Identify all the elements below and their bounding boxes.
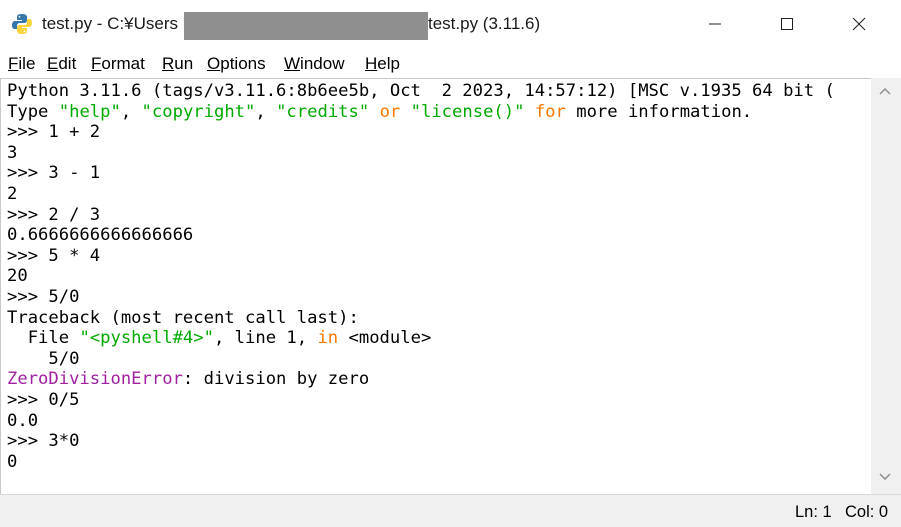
shell-token <box>369 102 379 122</box>
shell-token: Python 3.11.6 (tags/v3.11.6:8b6ee5b, Oct… <box>7 81 835 101</box>
shell-line: ZeroDivisionError: division by zero <box>7 369 835 390</box>
shell-line: 20 <box>7 266 835 287</box>
scroll-up-arrow-icon[interactable] <box>878 86 892 96</box>
shell-line: >>> 3*0 <box>7 431 835 452</box>
shell-token: >>> 1 + 2 <box>7 122 101 143</box>
shell-token: in <box>317 328 339 349</box>
shell-token: "credits" <box>276 101 370 122</box>
menu-help[interactable]: Help <box>365 54 400 74</box>
minimize-icon <box>709 23 721 25</box>
shell-line: >>> 1 + 2 <box>7 122 835 143</box>
shell-token: 3 <box>7 142 18 163</box>
shell-token: , line 1, <box>213 328 318 349</box>
shell-token: >>> 0/5 <box>7 389 80 410</box>
minimize-button[interactable] <box>680 0 750 48</box>
shell-token: 0.0 <box>7 410 39 431</box>
shell-token: , <box>255 101 277 122</box>
python-icon <box>12 14 32 34</box>
shell-token: ZeroDivisionError <box>7 369 183 390</box>
status-line-number: Ln: 1 <box>795 503 832 521</box>
shell-token: 0 <box>7 451 18 472</box>
menu-edit[interactable]: Edit <box>47 54 76 74</box>
shell-token: : division by zero <box>182 369 370 390</box>
window-title-suffix: test.py (3.11.6) <box>428 14 541 33</box>
shell-token: 5/0 <box>7 348 80 369</box>
shell-text-area[interactable]: Python 3.11.6 (tags/v3.11.6:8b6ee5b, Oct… <box>0 78 871 495</box>
menu-run[interactable]: Run <box>162 54 193 74</box>
shell-token: 20 <box>7 266 28 287</box>
shell-line: Traceback (most recent call last): <box>7 308 835 329</box>
maximize-button[interactable] <box>752 0 822 48</box>
shell-token: 2 <box>7 183 18 204</box>
shell-line: 0.0 <box>7 411 835 432</box>
menu-options[interactable]: Options <box>207 54 266 74</box>
shell-line: 2 <box>7 184 835 205</box>
menu-bar: File Edit Format Run Options Window Help <box>0 50 901 78</box>
menu-format[interactable]: Format <box>91 54 145 74</box>
shell-token: >>> 5/0 <box>7 286 80 307</box>
shell-token: Type <box>7 101 59 122</box>
shell-token: <module> <box>338 328 432 349</box>
scroll-down-arrow-icon[interactable] <box>878 472 892 482</box>
status-bar: Ln: 1 Col: 0 <box>0 494 901 527</box>
shell-token: >>> 3 - 1 <box>7 163 101 184</box>
shell-token: , <box>120 101 142 122</box>
shell-token: for <box>534 101 566 122</box>
shell-token: "help" <box>58 101 121 122</box>
close-button[interactable] <box>824 0 894 48</box>
shell-line: Type "help", "copyright", "credits" or "… <box>7 102 835 123</box>
shell-line: 3 <box>7 143 835 164</box>
menu-file[interactable]: File <box>8 54 35 74</box>
shell-token: "copyright" <box>141 101 256 122</box>
menu-window[interactable]: Window <box>284 54 344 74</box>
shell-output: Python 3.11.6 (tags/v3.11.6:8b6ee5b, Oct… <box>7 81 835 472</box>
shell-token: >>> 3*0 <box>7 431 80 452</box>
shell-token: 0.6666666666666666 <box>7 225 194 246</box>
shell-line: >>> 5 * 4 <box>7 246 835 267</box>
shell-line: 5/0 <box>7 349 835 370</box>
shell-line: 0.6666666666666666 <box>7 225 835 246</box>
shell-token <box>524 102 534 122</box>
maximize-icon <box>781 18 793 30</box>
shell-line: >>> 3 - 1 <box>7 163 835 184</box>
shell-line: >>> 2 / 3 <box>7 205 835 226</box>
status-column-number: Col: 0 <box>845 503 889 521</box>
shell-token: >>> 2 / 3 <box>7 204 101 225</box>
shell-line: Python 3.11.6 (tags/v3.11.6:8b6ee5b, Oct… <box>7 81 835 102</box>
title-bar[interactable]: test.py - C:¥Users test.py (3.11.6) <box>0 0 901 48</box>
shell-token: Traceback (most recent call last): <box>7 307 359 328</box>
shell-token: more information. <box>565 101 753 122</box>
shell-line: File "<pyshell#4>", line 1, in <module> <box>7 328 835 349</box>
shell-token: "license()" <box>410 101 525 122</box>
shell-line: 0 <box>7 452 835 473</box>
shell-line: >>> 0/5 <box>7 390 835 411</box>
shell-line: >>> 5/0 <box>7 287 835 308</box>
redacted-username <box>184 12 428 40</box>
shell-token: "<pyshell#4>" <box>79 328 214 349</box>
close-icon <box>852 17 866 31</box>
shell-token: >>> 5 * 4 <box>7 245 101 266</box>
vertical-scrollbar[interactable] <box>871 78 901 494</box>
shell-token <box>400 102 410 122</box>
shell-token: File <box>7 328 80 349</box>
shell-token: or <box>379 101 401 122</box>
window-title-prefix: test.py - C:¥Users <box>42 14 179 33</box>
